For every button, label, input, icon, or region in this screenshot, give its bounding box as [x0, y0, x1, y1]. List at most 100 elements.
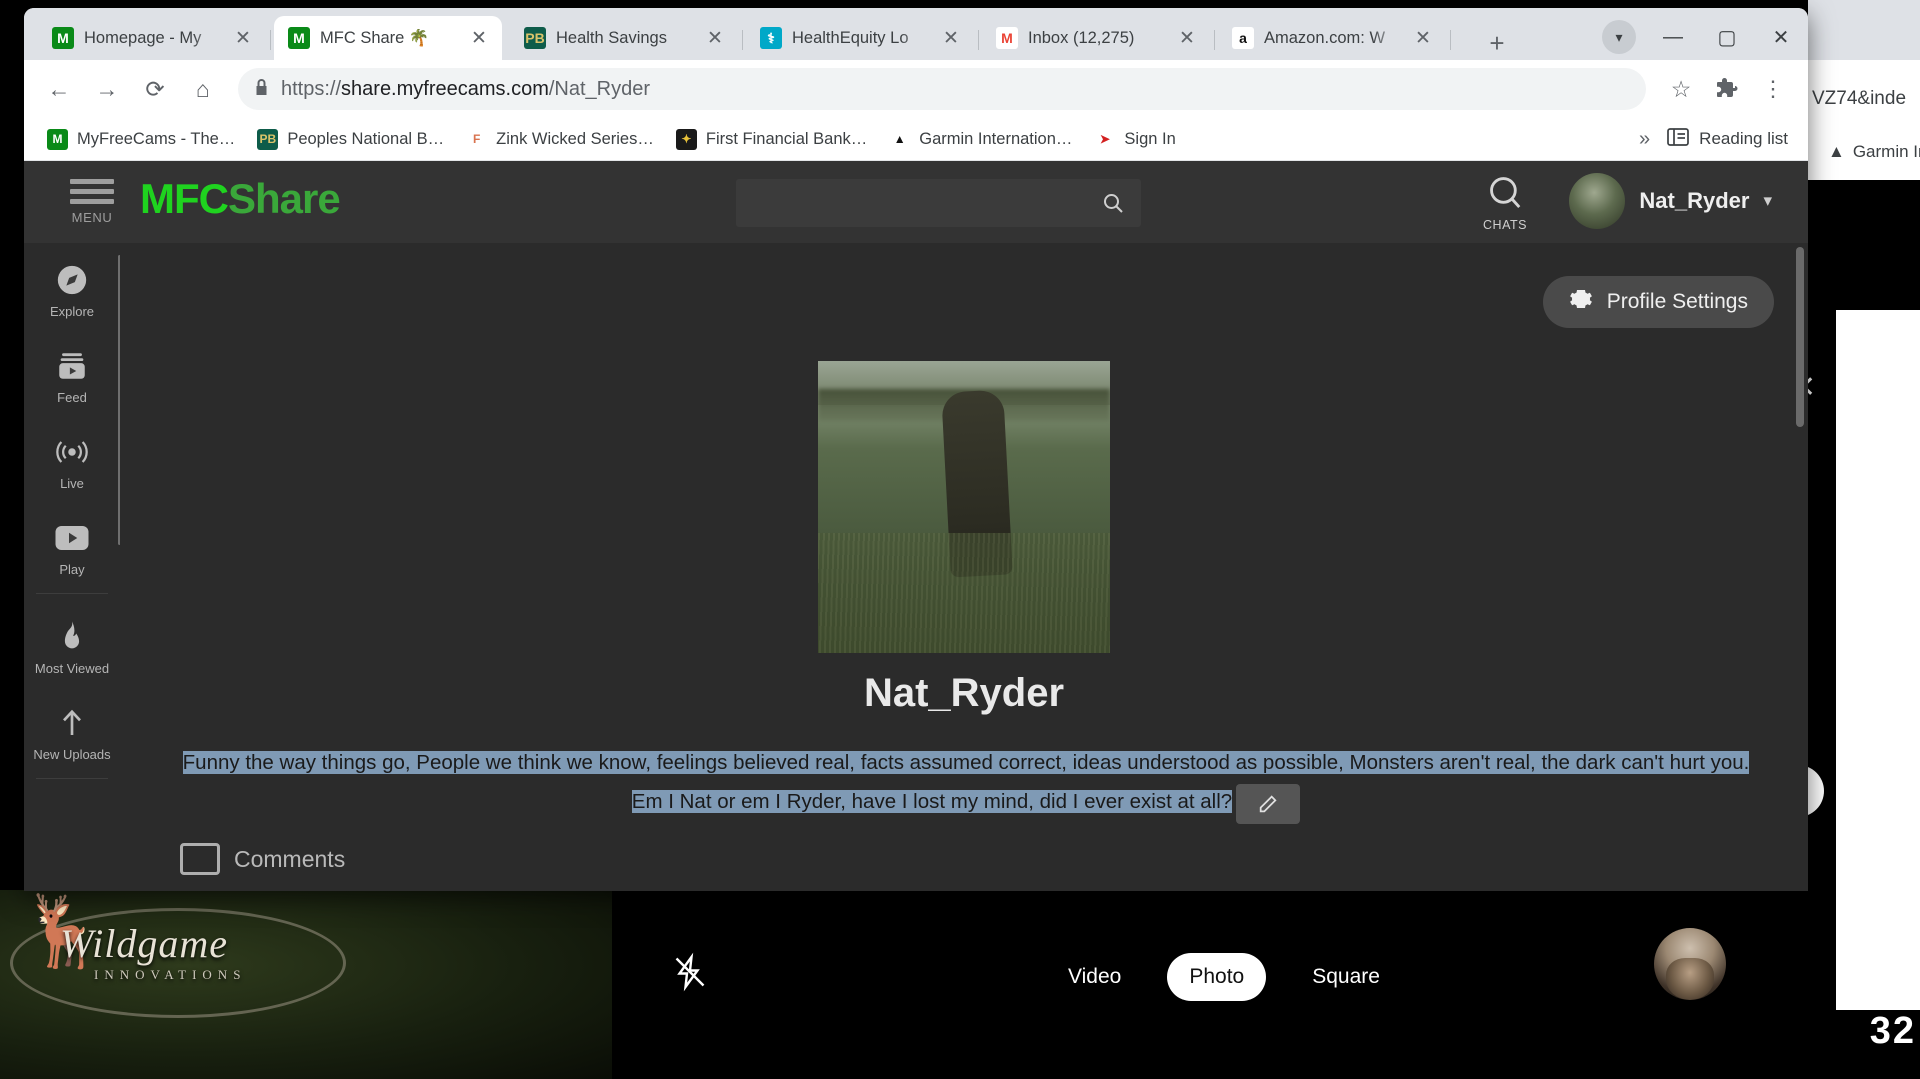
hamburger-menu-button[interactable]: MENU	[62, 174, 122, 225]
tab-amazon[interactable]: a Amazon.com: W ✕	[1218, 16, 1446, 60]
search-icon[interactable]	[1085, 191, 1141, 215]
tab-title: Inbox (12,275)	[1028, 28, 1135, 47]
camera-mode-photo[interactable]: Photo	[1167, 953, 1267, 1001]
behind-window-tabstrip	[1808, 0, 1920, 60]
bookmark-sign-in[interactable]: ➤ Sign In	[1085, 124, 1184, 155]
photo-grass	[818, 533, 1110, 653]
bookmark-label: Zink Wicked Series…	[496, 129, 654, 148]
site-body: Explore Feed Live Play Most Viewed New U…	[24, 243, 1808, 891]
site-header: MENU MFCShare CHATS Nat_Ryder ▾	[24, 161, 1808, 243]
gmail-favicon-icon: M	[996, 27, 1018, 49]
sidebar-item-label: Most Viewed	[34, 661, 110, 676]
address-bar[interactable]: https://share.myfreecams.com/Nat_Ryder	[238, 68, 1646, 110]
behind-window-bookmark-label: Garmin In	[1852, 142, 1920, 161]
profile-bio-container: Funny the way things go, People we think…	[180, 743, 1752, 824]
sidebar-divider	[36, 778, 108, 779]
minimize-button[interactable]: —	[1656, 20, 1690, 54]
pencil-icon[interactable]	[1236, 783, 1301, 824]
search-input[interactable]	[736, 193, 1085, 213]
tab-close-icon[interactable]: ✕	[1174, 25, 1200, 51]
bookmarks-overflow-button[interactable]: »	[1627, 128, 1662, 151]
new-tab-button[interactable]: +	[1482, 28, 1512, 58]
reading-list-button[interactable]: Reading list	[1666, 126, 1794, 153]
user-menu[interactable]: Nat_Ryder ▾	[1569, 173, 1772, 229]
bookmark-peoples-national-bank[interactable]: PB Peoples National B…	[248, 124, 453, 155]
comment-icon	[180, 843, 220, 875]
extensions-icon[interactable]	[1706, 68, 1748, 110]
mfc-favicon-icon: M	[52, 27, 74, 49]
page-scrollbar[interactable]	[1794, 243, 1806, 891]
bookmark-garmin-international[interactable]: ▲ Garmin Internation…	[880, 124, 1081, 155]
camera-overlay: Video Photo Square	[612, 795, 1836, 1079]
sidebar-item-explore[interactable]: Explore	[24, 243, 120, 329]
bookmark-zink-wicked-series[interactable]: F Zink Wicked Series…	[457, 124, 663, 155]
camera-mode-square[interactable]: Square	[1296, 955, 1396, 999]
forward-button[interactable]: →	[86, 68, 128, 110]
camera-mode-switcher[interactable]: Video Photo Square	[612, 953, 1836, 1001]
comments-section-header[interactable]: Comments	[180, 843, 345, 875]
chats-button[interactable]: CHATS	[1472, 173, 1538, 232]
bookmark-star-icon[interactable]: ☆	[1660, 68, 1702, 110]
maximize-button[interactable]: ▢	[1710, 20, 1744, 54]
chats-label: CHATS	[1483, 218, 1527, 232]
gear-icon	[1569, 287, 1593, 317]
mfc-bookmark-icon: M	[47, 128, 68, 150]
sidebar-divider	[36, 593, 108, 594]
site-logo[interactable]: MFCShare	[140, 175, 341, 223]
profile-content: Profile Settings Nat_Ryder Funny the way…	[120, 243, 1808, 891]
chrome-profile-icon[interactable]: ▾	[1602, 20, 1636, 54]
bookmark-label: First Financial Bank…	[705, 129, 868, 148]
home-button[interactable]: ⌂	[182, 68, 224, 110]
sidebar-item-label: New Uploads	[33, 747, 111, 762]
tab-healthequity[interactable]: ⚕ HealthEquity Lo ✕	[746, 16, 974, 60]
tab-close-icon[interactable]: ✕	[230, 25, 256, 51]
chevron-down-icon[interactable]: ▾	[1763, 191, 1772, 211]
reading-list-label: Reading list	[1699, 129, 1788, 148]
screen-root: 🦌 Wildgame INNOVATIONS Video Photo Squar…	[0, 0, 1920, 1079]
tab-close-icon[interactable]: ✕	[466, 25, 492, 51]
tab-strip: M Homepage - My ✕ M MFC Share 🌴 ✕ PB Hea…	[24, 8, 1808, 60]
tab-close-icon[interactable]: ✕	[938, 25, 964, 51]
tab-health-savings[interactable]: PB Health Savings ✕	[510, 16, 738, 60]
bookmark-first-financial-bank[interactable]: ✦ First Financial Bank…	[667, 124, 876, 155]
compass-icon	[24, 260, 120, 300]
sidebar-item-live[interactable]: Live	[24, 415, 120, 501]
zink-bookmark-icon: F	[466, 128, 488, 150]
hamburger-icon	[62, 179, 122, 204]
tab-mfc-share[interactable]: M MFC Share 🌴 ✕	[274, 16, 502, 60]
healthequity-favicon-icon: ⚕	[760, 27, 782, 49]
sidebar-item-new-uploads[interactable]: New Uploads	[24, 686, 120, 772]
sidebar-item-play[interactable]: Play	[24, 501, 120, 587]
tab-close-icon[interactable]: ✕	[1410, 25, 1436, 51]
sidebar-item-most-viewed[interactable]: Most Viewed	[24, 600, 120, 686]
close-window-button[interactable]: ✕	[1764, 20, 1798, 54]
tab-homepage[interactable]: M Homepage - My ✕	[38, 16, 266, 60]
tab-title: Amazon.com: W	[1264, 28, 1386, 47]
chrome-menu-icon[interactable]: ⋮	[1752, 68, 1794, 110]
avatar	[1569, 173, 1626, 229]
wildgame-logo: Wildgame INNOVATIONS	[60, 920, 360, 1040]
camera-mode-video[interactable]: Video	[1052, 955, 1137, 999]
profile-settings-button[interactable]: Profile Settings	[1542, 276, 1774, 328]
tab-close-icon[interactable]: ✕	[702, 25, 728, 51]
back-button[interactable]: ←	[38, 68, 80, 110]
url-prefix: https://	[281, 77, 342, 100]
behind-window-bookmark-icon: ▲	[1828, 142, 1845, 161]
reload-button[interactable]: ⟳	[134, 68, 176, 110]
tab-inbox[interactable]: M Inbox (12,275) ✕	[982, 16, 1210, 60]
sidebar-item-feed[interactable]: Feed	[24, 329, 120, 415]
behind-window-bookmark: ▲ Garmin In	[1828, 142, 1920, 162]
profile-bio-text: Funny the way things go, People we think…	[182, 751, 1750, 813]
peoples-bank-bookmark-icon: PB	[257, 128, 279, 150]
bookmark-myfreecams[interactable]: M MyFreeCams - The…	[38, 124, 244, 155]
profile-photo[interactable]	[818, 361, 1110, 653]
wildgame-logo-title: Wildgame	[60, 921, 228, 966]
browser-toolbar: ← → ⟳ ⌂ https://share.myfreecams.com/Nat…	[24, 60, 1808, 118]
page-content: MENU MFCShare CHATS Nat_Ryder ▾ Explore …	[24, 161, 1808, 891]
search-bar[interactable]	[736, 179, 1141, 227]
peoples-bank-favicon-icon: PB	[524, 27, 546, 49]
user-name-label: Nat_Ryder	[1639, 188, 1750, 213]
camera-user-avatar[interactable]	[1654, 928, 1726, 1000]
mfc-favicon-icon: M	[288, 27, 310, 49]
live-broadcast-icon	[24, 432, 120, 472]
